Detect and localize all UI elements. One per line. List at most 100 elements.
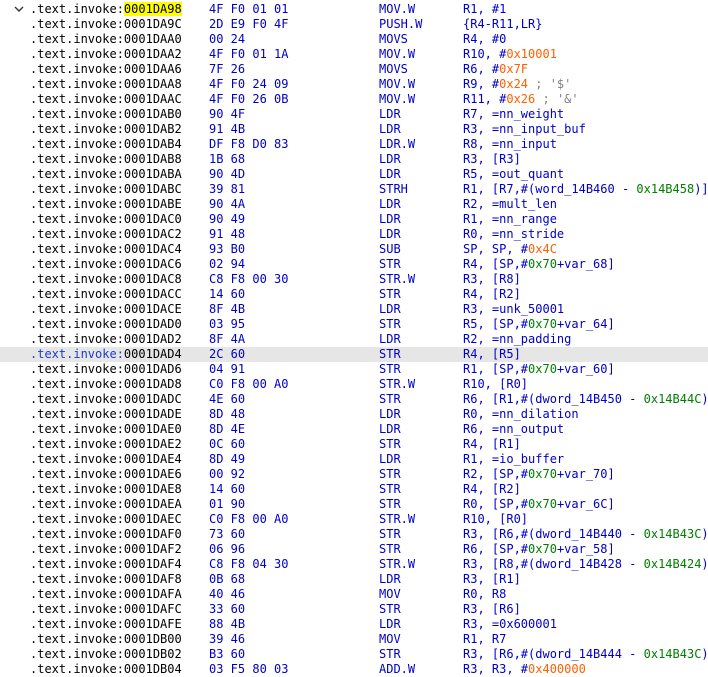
- address[interactable]: .text.invoke:0001DAEA: [30, 497, 182, 512]
- listing-row[interactable]: .text.invoke:0001DAAC 4F F0 26 0B MOV.W R11…: [0, 92, 708, 107]
- address[interactable]: .text.invoke:0001DAC4: [30, 242, 182, 257]
- operand-text: R10, [R0]: [463, 512, 529, 526]
- operand-text: R3, [R3]: [463, 152, 521, 166]
- listing-row[interactable]: .text.invoke:0001DAFE 88 4B LDR R3, =0x6000…: [0, 617, 708, 632]
- listing-row[interactable]: .text.invoke:0001DAF0 73 60 STR R3, [R6,#(d…: [0, 527, 708, 542]
- address[interactable]: .text.invoke:0001DAE0: [30, 422, 182, 437]
- operand-text: R4, [R2]: [463, 482, 521, 496]
- listing-row[interactable]: .text.invoke:0001DAA2 4F F0 01 1A MOV.W R10…: [0, 47, 708, 62]
- listing-row[interactable]: .text.invoke:0001DAE2 0C 60 STR R4, [R1]: [0, 437, 708, 452]
- listing-row[interactable]: .text.invoke:0001DB04 03 F5 80 03 ADD.W R3,…: [0, 662, 708, 677]
- listing-row[interactable]: .text.invoke:0001DA9C 2D E9 F0 4F PUSH.W {R…: [0, 17, 708, 32]
- listing-row[interactable]: .text.invoke:0001DAD6 04 91 STR R1, [SP,#0x…: [0, 362, 708, 377]
- listing-row[interactable]: .text.invoke:0001DADC 4E 60 STR R6, [R1,#(d…: [0, 392, 708, 407]
- address[interactable]: .text.invoke:0001DADE: [30, 407, 182, 422]
- segment-name: .text.invoke:: [30, 197, 124, 211]
- listing-row[interactable]: .text.invoke:0001DACE 8F 4B LDR R3, =unk_50…: [0, 302, 708, 317]
- address[interactable]: .text.invoke:0001DAC0: [30, 212, 182, 227]
- listing-row[interactable]: .text.invoke:0001DAD8 C0 F8 00 A0 STR.W R10…: [0, 377, 708, 392]
- address[interactable]: .text.invoke:0001DAC8: [30, 272, 182, 287]
- listing-row[interactable]: .text.invoke:0001DADE 8D 48 LDR R0, =nn_dil…: [0, 407, 708, 422]
- listing-row[interactable]: .text.invoke:0001DAD0 03 95 STR R5, [SP,#0x…: [0, 317, 708, 332]
- listing-row[interactable]: .text.invoke:0001DAC2 91 48 LDR R0, =nn_str…: [0, 227, 708, 242]
- address[interactable]: .text.invoke:0001DA9C: [30, 17, 182, 32]
- listing-row[interactable]: .text.invoke:0001DB02 B3 60 STR R3, [R6,#(d…: [0, 647, 708, 662]
- listing-row[interactable]: .text.invoke:0001DAC0 90 49 LDR R1, =nn_ran…: [0, 212, 708, 227]
- address[interactable]: .text.invoke:0001DB00: [30, 632, 182, 647]
- address[interactable]: .text.invoke:0001DAD4: [30, 347, 182, 362]
- address[interactable]: .text.invoke:0001DAA0: [30, 32, 182, 47]
- operands: R3, [R8,#(dword_14B428 - 0x14B424)]: [463, 557, 708, 572]
- listing-row[interactable]: .text.invoke:0001DABA 90 4D LDR R5, =out_qu…: [0, 167, 708, 182]
- address[interactable]: .text.invoke:0001DAF0: [30, 527, 182, 542]
- listing-row[interactable]: .text.invoke:0001DAB2 91 4B LDR R3, =nn_inp…: [0, 122, 708, 137]
- address[interactable]: .text.invoke:0001DAE6: [30, 467, 182, 482]
- listing-row[interactable]: .text.invoke:0001DABE 90 4A LDR R2, =mult_l…: [0, 197, 708, 212]
- address[interactable]: .text.invoke:0001DABA: [30, 167, 182, 182]
- listing-row[interactable]: .text.invoke:0001DAA0 00 24 MOVS R4, #0: [0, 32, 708, 47]
- listing-row[interactable]: .text.invoke:0001DAF2 06 96 STR R6, [SP,#0x…: [0, 542, 708, 557]
- listing-row[interactable]: .text.invoke:0001DA98 4F F0 01 01 MOV.W R1,…: [0, 2, 708, 17]
- listing-row[interactable]: .text.invoke:0001DAC6 02 94 STR R4, [SP,#0x…: [0, 257, 708, 272]
- address[interactable]: .text.invoke:0001DAAC: [30, 92, 182, 107]
- address[interactable]: .text.invoke:0001DAE4: [30, 452, 182, 467]
- listing-row[interactable]: .text.invoke:0001DB00 39 46 MOV R1, R7: [0, 632, 708, 647]
- listing-row[interactable]: .text.invoke:0001DAE6 00 92 STR R2, [SP,#0x…: [0, 467, 708, 482]
- address[interactable]: .text.invoke:0001DA98: [30, 2, 182, 17]
- address[interactable]: .text.invoke:0001DADC: [30, 392, 182, 407]
- listing-row[interactable]: .text.invoke:0001DAE8 14 60 STR R4, [R2]: [0, 482, 708, 497]
- operand-number: 0x70: [528, 317, 557, 331]
- listing-row[interactable]: .text.invoke:0001DAFC 33 60 STR R3, [R6]: [0, 602, 708, 617]
- listing-row[interactable]: .text.invoke:0001DAF4 C8 F8 04 30 STR.W R3,…: [0, 557, 708, 572]
- address[interactable]: .text.invoke:0001DB04: [30, 662, 182, 677]
- listing-row[interactable]: .text.invoke:0001DAD2 8F 4A LDR R2, =nn_pad…: [0, 332, 708, 347]
- listing-row[interactable]: .text.invoke:0001DAEC C0 F8 00 A0 STR.W R10…: [0, 512, 708, 527]
- listing-row[interactable]: .text.invoke:0001DAA8 4F F0 24 09 MOV.W R9,…: [0, 77, 708, 92]
- address[interactable]: .text.invoke:0001DAF8: [30, 572, 182, 587]
- address[interactable]: .text.invoke:0001DAD8: [30, 377, 182, 392]
- address[interactable]: .text.invoke:0001DAF2: [30, 542, 182, 557]
- address[interactable]: .text.invoke:0001DAE2: [30, 437, 182, 452]
- address[interactable]: .text.invoke:0001DAC2: [30, 227, 182, 242]
- listing-row[interactable]: .text.invoke:0001DAB0 90 4F LDR R7, =nn_wei…: [0, 107, 708, 122]
- listing-row[interactable]: .text.invoke:0001DAA6 7F 26 MOVS R6, #0x7F: [0, 62, 708, 77]
- disassembly-view[interactable]: .text.invoke:0001DA98 4F F0 01 01 MOV.W R1,…: [0, 0, 708, 676]
- operand-text: R4, [SP,#: [463, 257, 529, 271]
- operand-text: R4, #0: [463, 32, 507, 46]
- address[interactable]: .text.invoke:0001DAB0: [30, 107, 182, 122]
- address[interactable]: .text.invoke:0001DAD2: [30, 332, 182, 347]
- address[interactable]: .text.invoke:0001DAB2: [30, 122, 182, 137]
- address[interactable]: .text.invoke:0001DAA6: [30, 62, 182, 77]
- address[interactable]: .text.invoke:0001DAB4: [30, 137, 182, 152]
- address[interactable]: .text.invoke:0001DAF4: [30, 557, 182, 572]
- address[interactable]: .text.invoke:0001DABC: [30, 182, 182, 197]
- address[interactable]: .text.invoke:0001DAEC: [30, 512, 182, 527]
- listing-row[interactable]: .text.invoke:0001DABC 39 81 STRH R1, [R7,#(…: [0, 182, 708, 197]
- address[interactable]: .text.invoke:0001DAB8: [30, 152, 182, 167]
- address[interactable]: .text.invoke:0001DB02: [30, 647, 182, 662]
- listing-row[interactable]: .text.invoke:0001DACC 14 60 STR R4, [R2]: [0, 287, 708, 302]
- address[interactable]: .text.invoke:0001DAA8: [30, 77, 182, 92]
- address[interactable]: .text.invoke:0001DAD0: [30, 317, 182, 332]
- address[interactable]: .text.invoke:0001DAA2: [30, 47, 182, 62]
- chevron-down-icon[interactable]: [14, 2, 25, 17]
- address[interactable]: .text.invoke:0001DAE8: [30, 482, 182, 497]
- address[interactable]: .text.invoke:0001DABE: [30, 197, 182, 212]
- listing-row[interactable]: .text.invoke:0001DAF8 0B 68 LDR R3, [R1]: [0, 572, 708, 587]
- address[interactable]: .text.invoke:0001DAFE: [30, 617, 182, 632]
- listing-row[interactable]: .text.invoke:0001DAC4 93 B0 SUB SP, SP, #0x…: [0, 242, 708, 257]
- address[interactable]: .text.invoke:0001DAD6: [30, 362, 182, 377]
- listing-row[interactable]: .text.invoke:0001DAD4 2C 60 STR R4, [R5]: [0, 347, 708, 362]
- listing-row[interactable]: .text.invoke:0001DAB4 DF F8 D0 83 LDR.W R8,…: [0, 137, 708, 152]
- listing-row[interactable]: .text.invoke:0001DAFA 40 46 MOV R0, R8: [0, 587, 708, 602]
- address[interactable]: .text.invoke:0001DAC6: [30, 257, 182, 272]
- listing-row[interactable]: .text.invoke:0001DAB8 1B 68 LDR R3, [R3]: [0, 152, 708, 167]
- listing-row[interactable]: .text.invoke:0001DAE4 8D 49 LDR R1, =io_buf…: [0, 452, 708, 467]
- listing-row[interactable]: .text.invoke:0001DAEA 01 90 STR R0, [SP,#0x…: [0, 497, 708, 512]
- address[interactable]: .text.invoke:0001DAFA: [30, 587, 182, 602]
- address[interactable]: .text.invoke:0001DAFC: [30, 602, 182, 617]
- address[interactable]: .text.invoke:0001DACC: [30, 287, 182, 302]
- listing-row[interactable]: .text.invoke:0001DAC8 C8 F8 00 30 STR.W R3,…: [0, 272, 708, 287]
- listing-row[interactable]: .text.invoke:0001DAE0 8D 4E LDR R6, =nn_out…: [0, 422, 708, 437]
- address[interactable]: .text.invoke:0001DACE: [30, 302, 182, 317]
